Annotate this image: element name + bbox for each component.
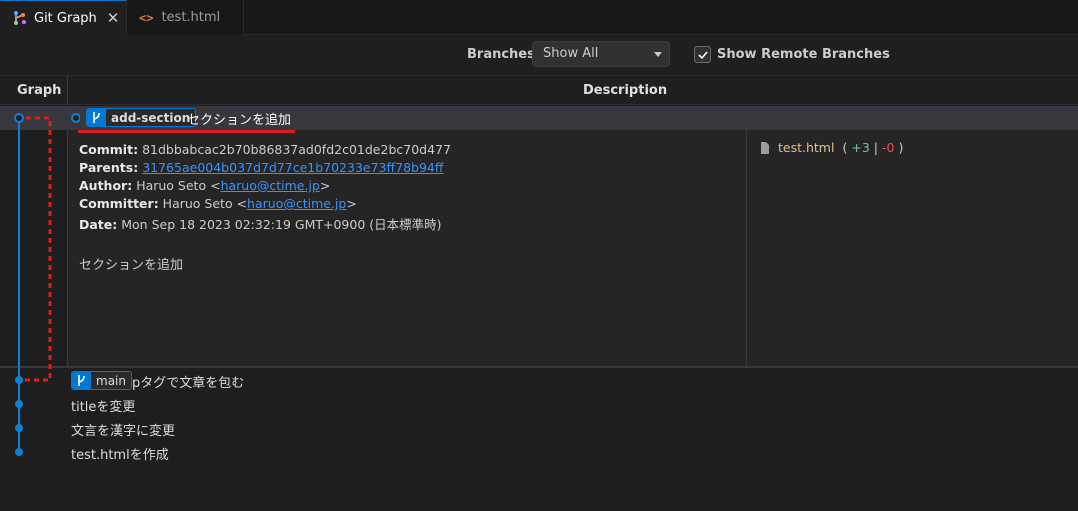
check-icon (698, 51, 708, 60)
details-bottom-border (0, 366, 1078, 368)
date-line: Date: Mon Sep 18 2023 02:32:19 GMT+0900 … (79, 214, 442, 233)
graph-node[interactable] (15, 400, 23, 408)
graph-node[interactable] (15, 424, 23, 432)
show-remote-label[interactable]: Show Remote Branches (717, 47, 890, 62)
column-header-description: Description (583, 83, 668, 98)
annotation-underline (78, 130, 295, 133)
commit-row-message[interactable]: pタグで文章を包む (132, 372, 244, 391)
committer-name: Haruo Seto (162, 196, 233, 211)
file-deletions: -0 (882, 140, 895, 155)
controls-bar: Branches: Show All Show Remote Branches (0, 35, 1078, 75)
commit-message: セクションを追加 (187, 113, 292, 128)
commit-row-message[interactable]: test.htmlを作成 (71, 444, 169, 463)
parents-label: Parents: (79, 160, 139, 175)
branch-badge-main[interactable]: main (71, 371, 132, 390)
graph-node[interactable] (15, 448, 23, 456)
committer-line: Committer: Haruo Seto <haruo@ctime.jp> (79, 196, 357, 211)
branches-label: Branches: (467, 47, 541, 62)
branches-select[interactable]: Show All (532, 41, 670, 67)
graph-node-selected[interactable] (14, 113, 24, 123)
date-value: Mon Sep 18 2023 02:32:19 GMT+0900 (日本標準時… (121, 217, 442, 232)
commit-body: セクションを追加 (79, 258, 184, 273)
tab-test-html[interactable]: <> test.html (126, 0, 244, 35)
show-remote-checkbox[interactable] (694, 46, 711, 63)
close-icon[interactable]: ✕ (107, 9, 120, 27)
branch-icon (87, 109, 106, 126)
details-divider (746, 130, 747, 366)
commit-hash: 81dbbabcac2b70b86837ad0fd2c01de2bc70d477 (142, 142, 451, 157)
parents-hash-link[interactable]: 31765ae004b037d7d77ce1b70233e73ff78b94ff (142, 160, 443, 175)
selected-commit-row[interactable]: add-section セクションを追加 (0, 106, 1078, 130)
branch-badge-add-section[interactable]: add-section (86, 108, 197, 127)
commit-details-panel: Commit: 81dbbabcac2b70b86837ad0fd2c01de2… (67, 130, 1078, 366)
commit-label: Commit: (79, 142, 139, 157)
annotation-dashed-outline (24, 116, 52, 382)
parents-line: Parents: 31765ae004b037d7d77ce1b70233e73… (79, 160, 443, 175)
table-header: Graph Description (0, 75, 1078, 105)
changed-file-item[interactable]: test.html ( +3 | -0 ) (760, 140, 903, 155)
branches-select-value: Show All (543, 46, 599, 61)
commit-row-message[interactable]: 文言を漢字に変更 (71, 420, 175, 439)
file-icon (761, 141, 769, 154)
chevron-down-icon (654, 52, 662, 57)
code-file-icon: <> (139, 10, 154, 25)
graph-node[interactable] (15, 376, 23, 384)
commit-hash-line: Commit: 81dbbabcac2b70b86837ad0fd2c01de2… (79, 142, 451, 157)
file-additions: +3 (851, 140, 870, 155)
committer-label: Committer: (79, 196, 159, 211)
author-name: Haruo Seto (136, 178, 207, 193)
committer-email-link[interactable]: haruo@ctime.jp (247, 196, 346, 211)
branch-name: main (91, 372, 131, 389)
branch-name: add-section (106, 109, 196, 126)
author-email-link[interactable]: haruo@ctime.jp (221, 178, 320, 193)
graph-node-marker (71, 113, 80, 123)
tab-label: test.html (161, 10, 221, 25)
commit-row-message[interactable]: titleを変更 (71, 396, 135, 415)
tab-bar: Git Graph ✕ <> test.html (0, 0, 1078, 35)
changed-file-name: test.html (778, 140, 835, 155)
author-label: Author: (79, 178, 133, 193)
author-line: Author: Haruo Seto <haruo@ctime.jp> (79, 178, 331, 193)
date-label: Date: (79, 217, 118, 232)
commit-graph (14, 113, 80, 456)
